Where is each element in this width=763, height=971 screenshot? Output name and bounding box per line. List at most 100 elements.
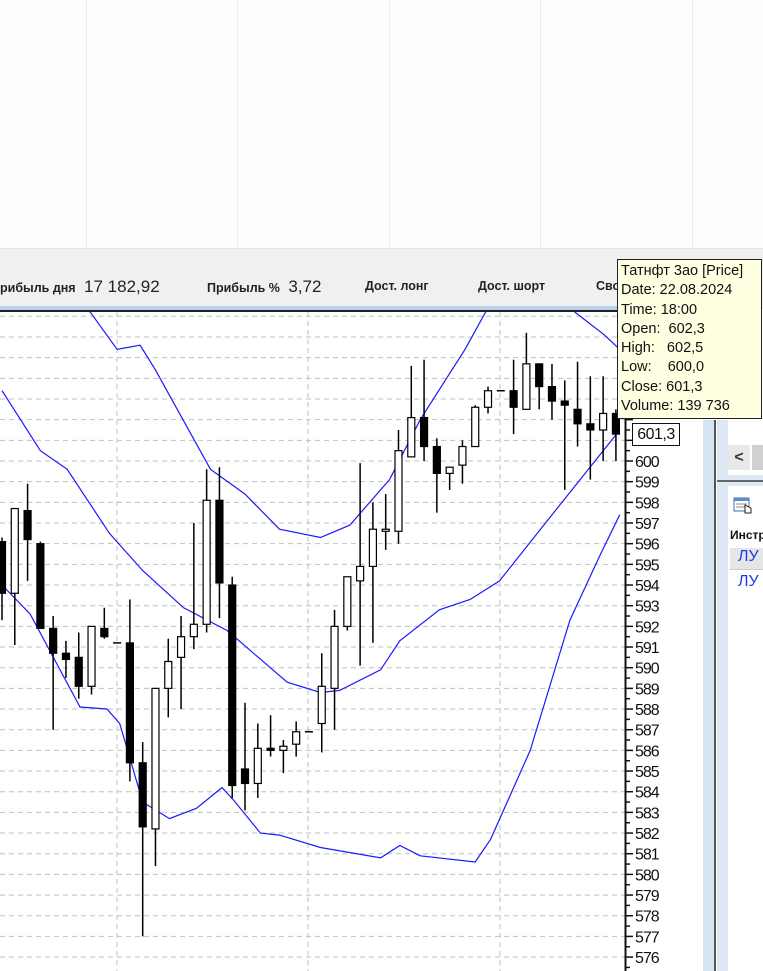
candle-body [240, 768, 250, 785]
candle [0, 537, 7, 621]
candle-body [432, 445, 441, 475]
candle-body [292, 731, 301, 745]
candle [253, 723, 262, 798]
candle [266, 715, 275, 757]
candle-body [151, 687, 160, 830]
candle [215, 467, 224, 619]
candle [560, 380, 569, 490]
candle-body [560, 400, 569, 406]
candle [240, 702, 250, 811]
available-short-label: Дост. шорт [478, 279, 546, 293]
candle-body [599, 412, 608, 431]
axis-tick-label: 576 [635, 950, 660, 967]
tooltip-close: Close: 601,3 [621, 378, 703, 395]
candle [23, 483, 32, 581]
axis-tick-label: 580 [635, 867, 660, 884]
candle-body [586, 423, 595, 431]
candle-body [407, 416, 416, 458]
candle-body [317, 685, 326, 725]
profit-percent-label: Прибыль % [207, 281, 280, 295]
axis-tick-label: 594 [635, 578, 660, 595]
candle [535, 363, 544, 410]
candle-body [266, 747, 275, 751]
axis-tick-label: 585 [635, 764, 660, 781]
candle [394, 429, 403, 544]
tooltip-high: High: 602,5 [621, 340, 704, 357]
column-divider [86, 0, 87, 248]
candle-body [381, 528, 390, 532]
candle-body [74, 656, 83, 687]
candle-body [0, 541, 7, 594]
axis-tick-label: 589 [635, 681, 660, 698]
candle-body [368, 528, 378, 568]
profit-percent: Прибыль % 3,72 [207, 277, 321, 297]
axis-tick-label: 579 [635, 888, 660, 905]
axis-tick-label: 598 [635, 495, 660, 512]
candle [189, 523, 198, 650]
column-divider [237, 0, 238, 248]
axis-tick-label: 582 [635, 826, 660, 843]
candle-body [215, 499, 224, 584]
column-divider [389, 0, 390, 248]
instrument-row[interactable]: ЛУ [730, 573, 763, 595]
last-price-marker: 601,3 [632, 423, 680, 446]
candle-body [419, 416, 429, 448]
axis-tick-label: 588 [635, 702, 660, 719]
candle-body [330, 625, 339, 689]
candle [61, 640, 71, 679]
column-divider [692, 0, 693, 248]
candle [279, 740, 288, 774]
table-settings-icon[interactable] [733, 497, 753, 515]
candle [509, 359, 518, 435]
axis-tick-label: 596 [635, 537, 660, 554]
splitter-strip [703, 420, 714, 971]
axis-tick-label: 593 [635, 599, 660, 616]
candle-body [36, 543, 45, 630]
axis-tick-label: 577 [635, 929, 660, 946]
axis-tick-label: 590 [635, 661, 660, 678]
horizontal-scrollbar[interactable] [752, 445, 763, 470]
candle-body [87, 625, 96, 687]
candle [343, 576, 352, 631]
candle [432, 438, 441, 513]
candle-body [343, 576, 352, 627]
axis-tick-label: 599 [635, 475, 660, 492]
candle-body [49, 627, 58, 654]
candle [164, 638, 173, 718]
available-short: Дост. шорт [478, 277, 545, 295]
axis-tick-label: 592 [635, 619, 660, 636]
candle-body [138, 762, 147, 828]
candle-body [458, 445, 467, 466]
candle [228, 576, 237, 798]
axis-tick-label: 584 [635, 785, 660, 802]
splitter-handle[interactable] [714, 420, 716, 971]
candle-body [471, 406, 480, 448]
scroll-left-button[interactable]: < [728, 445, 750, 470]
candlestick-chart[interactable]: 576 577 578 579 580 581 582 583 584 585 586 587 588 5… [0, 312, 703, 971]
panel-separator[interactable] [717, 480, 763, 482]
candle [138, 742, 147, 937]
candle-body [228, 584, 237, 787]
candle-body [279, 745, 288, 751]
candle [330, 609, 339, 730]
candle [407, 365, 416, 458]
profit-percent-value: 3,72 [288, 277, 322, 296]
instrument-row[interactable]: ЛУ [730, 548, 763, 570]
tooltip-volume: Volume: 139 736 [621, 398, 730, 415]
candle-body [535, 363, 544, 388]
candle-body [356, 565, 365, 582]
axis-tick-label: 583 [635, 805, 660, 822]
tooltip-time: Time: 18:00 [621, 301, 698, 318]
candle-body [483, 390, 493, 408]
axis-tick-label: 595 [635, 557, 660, 574]
column-header-instrument[interactable]: Инстр [730, 528, 763, 546]
empty-panel-area [0, 0, 763, 248]
candle-body [189, 623, 198, 638]
candle [10, 507, 19, 645]
candle [445, 466, 454, 490]
candle-body [164, 660, 173, 689]
candle-body [176, 636, 186, 658]
candle [471, 405, 480, 448]
candle [202, 469, 211, 633]
axis-tick-label: 591 [635, 640, 660, 657]
